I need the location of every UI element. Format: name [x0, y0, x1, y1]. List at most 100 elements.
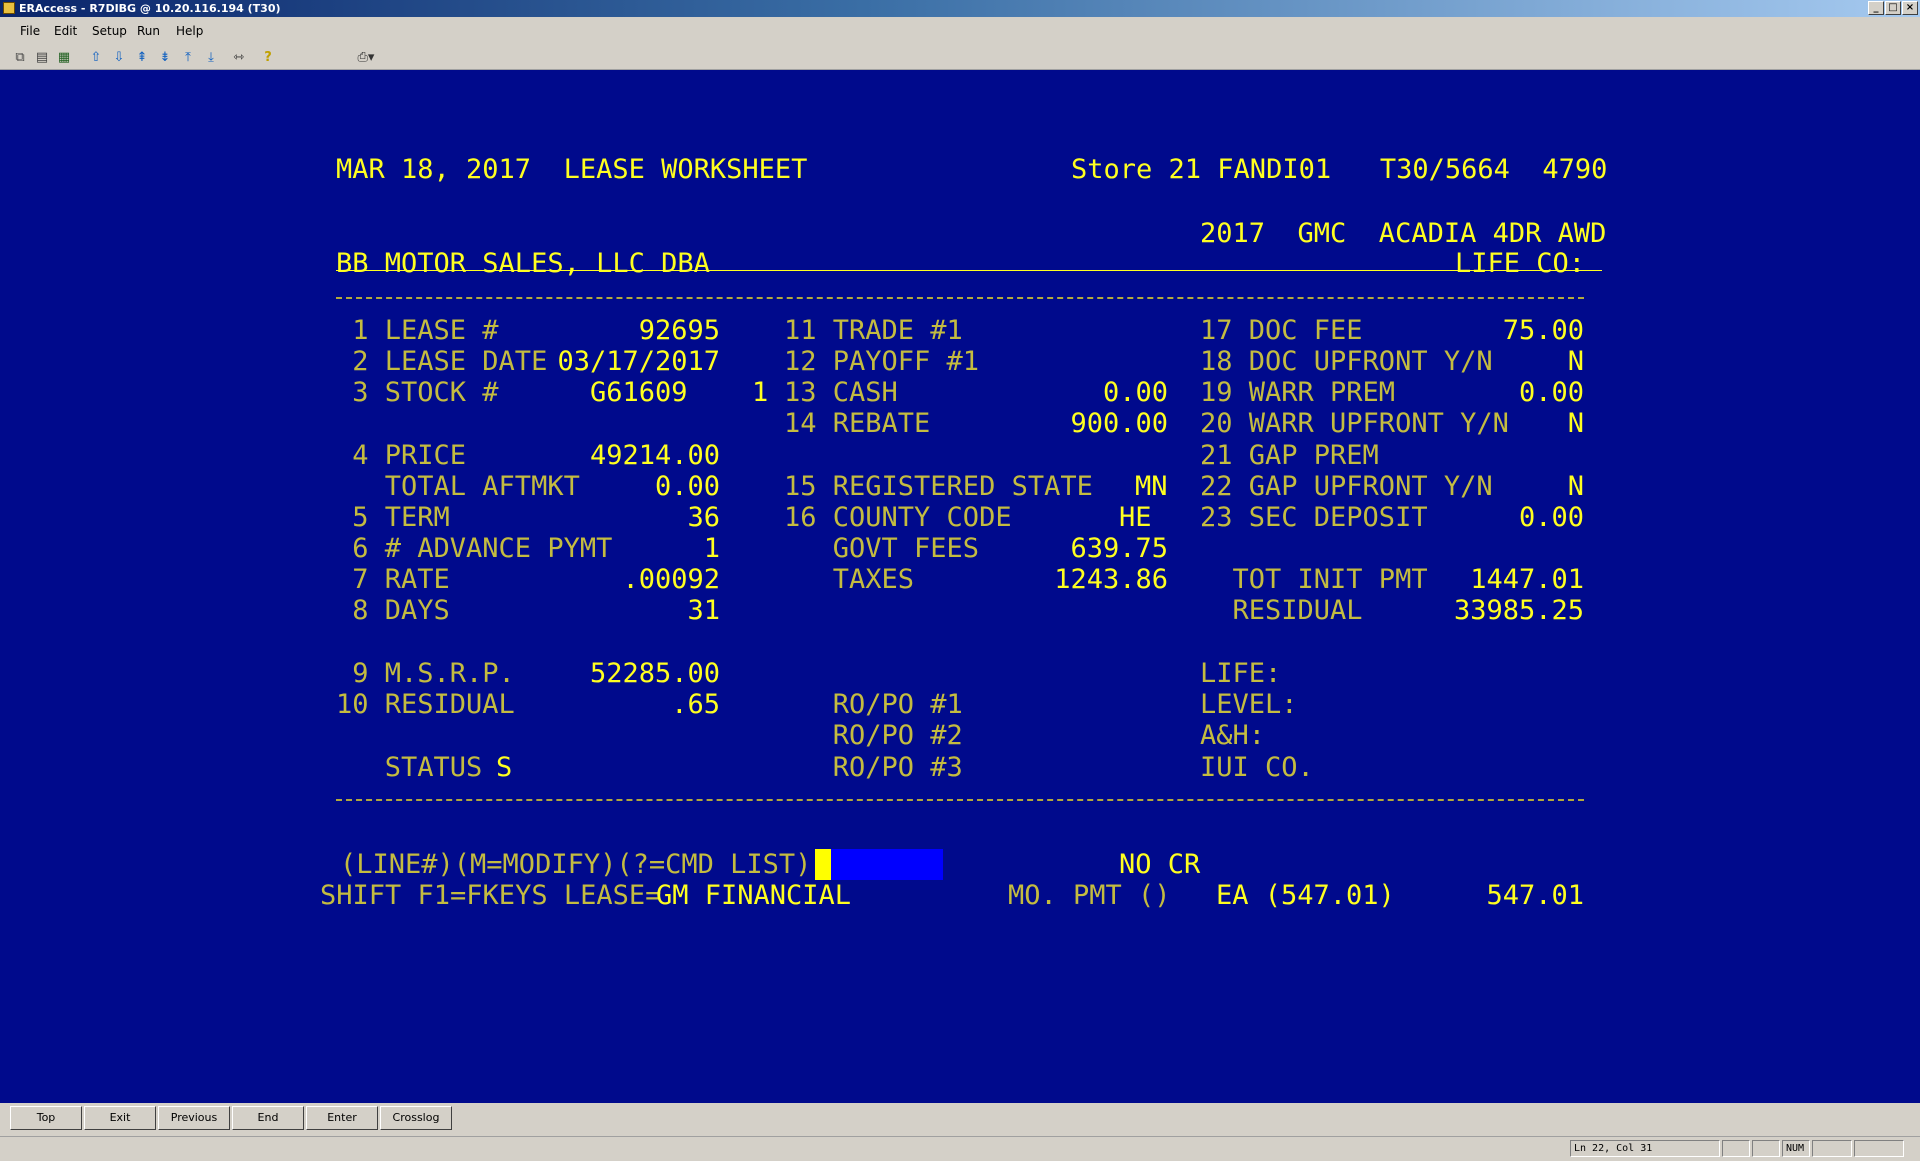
field-label: 1 LEASE # — [336, 315, 499, 346]
function-key-bar: Top Exit Previous End Enter Crosslog — [0, 1103, 1920, 1136]
field-label: 17 DOC FEE — [1200, 315, 1363, 346]
lender-name: GM FINANCIAL — [656, 880, 852, 911]
field-label: RO/PO #2 — [784, 720, 963, 751]
field-value: 36 — [687, 502, 720, 533]
field-value: 1447.01 — [1470, 564, 1584, 595]
field-value: 31 — [687, 595, 720, 626]
field-value: 75.00 — [1502, 315, 1584, 346]
enter-button[interactable]: Enter — [306, 1106, 378, 1130]
num-lock-indicator: NUM — [1782, 1140, 1810, 1157]
field-value: N — [1567, 408, 1584, 439]
field-label: RO/PO #3 — [784, 752, 963, 783]
title-bar: ERAccess - R7DIBG @ 10.20.116.194 (T30) … — [0, 0, 1920, 17]
previous-button[interactable]: Previous — [158, 1106, 230, 1130]
field-label: 12 PAYOFF #1 — [784, 346, 980, 377]
crosslog-button[interactable]: Crosslog — [380, 1106, 452, 1130]
bottom-icon[interactable]: ⤓ — [203, 49, 219, 65]
field-label: TOT INIT PMT — [1200, 564, 1428, 595]
close-button[interactable]: × — [1902, 1, 1918, 15]
minimize-button[interactable]: _ — [1868, 1, 1884, 15]
field-label: STATUS — [336, 752, 483, 783]
monthly-payment-value: 547.01 — [1486, 880, 1584, 911]
life-co-label: LIFE CO: — [1455, 248, 1586, 279]
field-value: 900.00 — [1070, 408, 1168, 439]
menu-help[interactable]: Help — [176, 24, 203, 38]
paste-icon[interactable]: ▤ — [34, 49, 50, 65]
field-label: 4 PRICE — [336, 440, 467, 471]
field-label: 3 STOCK # — [336, 377, 499, 408]
command-input[interactable] — [815, 849, 943, 880]
screen-header-left: MAR 18, 2017 LEASE WORKSHEET — [336, 154, 808, 185]
field-value: 03/17/2017 — [557, 346, 720, 377]
no-cr-indicator: NO CR — [1119, 849, 1201, 880]
field-label: 7 RATE — [336, 564, 450, 595]
field-value: 1 — [703, 533, 720, 564]
field-value: 1243.86 — [1054, 564, 1168, 595]
command-prompt: (LINE#)(M=MODIFY)(?=CMD LIST) — [340, 849, 812, 880]
field-value: 0.00 — [1102, 377, 1168, 408]
field-value: 639.75 — [1070, 533, 1168, 564]
stock-extra-value: 1 — [752, 377, 769, 408]
help-icon[interactable]: ? — [260, 49, 276, 65]
field-value: N — [1567, 471, 1584, 502]
field-value: .65 — [671, 689, 720, 720]
field-value: G61609 — [590, 377, 688, 408]
field-value: 92695 — [638, 315, 720, 346]
top-button[interactable]: Top — [10, 1106, 82, 1130]
print-screen-icon[interactable]: ▦ — [56, 49, 72, 65]
menu-run[interactable]: Run — [137, 24, 160, 38]
field-label: 16 COUNTY CODE — [784, 502, 1012, 533]
cursor-position: Ln 22, Col 31 — [1570, 1140, 1720, 1157]
page-up-icon[interactable]: ⇞ — [134, 49, 150, 65]
dashed-divider-bottom — [336, 799, 1584, 801]
end-button[interactable]: End — [232, 1106, 304, 1130]
top-icon[interactable]: ⤒ — [180, 49, 196, 65]
field-value: MN — [1135, 471, 1168, 502]
field-label: TAXES — [784, 564, 915, 595]
screen-header-right: Store 21 FANDI01 T30/5664 4790 — [1071, 154, 1608, 185]
field-label: 21 GAP PREM — [1200, 440, 1379, 471]
fkeys-hint: SHIFT F1=FKEYS LEASE= — [320, 880, 662, 911]
field-label: 5 TERM — [336, 502, 450, 533]
field-value: 49214.00 — [589, 440, 720, 471]
field-label: 19 WARR PREM — [1200, 377, 1396, 408]
field-label: GOVT FEES — [784, 533, 980, 564]
menu-edit[interactable]: Edit — [54, 24, 77, 38]
field-value: 0.00 — [1518, 377, 1584, 408]
field-value: 0.00 — [654, 471, 720, 502]
split-icon[interactable]: ⇿ — [231, 49, 247, 65]
status-value: S — [496, 752, 513, 783]
field-label: 11 TRADE #1 — [784, 315, 963, 346]
field-label: IUI CO. — [1200, 752, 1314, 783]
status-panel-blank — [1722, 1140, 1750, 1157]
copy-icon[interactable]: ⧉ — [12, 49, 28, 65]
field-label: 14 REBATE — [784, 408, 931, 439]
arrow-down-icon[interactable]: ⇩ — [111, 49, 127, 65]
maximize-button[interactable]: □ — [1885, 1, 1901, 15]
field-label: A&H: — [1200, 720, 1266, 751]
status-panel-blank — [1752, 1140, 1780, 1157]
menu-file[interactable]: File — [20, 24, 40, 38]
field-label: 15 REGISTERED STATE — [784, 471, 1093, 502]
window-title: ERAccess - R7DIBG @ 10.20.116.194 (T30) — [19, 2, 281, 15]
field-value: 0.00 — [1518, 502, 1584, 533]
field-value: 33985.25 — [1453, 595, 1584, 626]
dashed-divider-top — [336, 297, 1584, 299]
status-bar: Ln 22, Col 31 NUM — [0, 1136, 1920, 1161]
field-label: 8 DAYS — [336, 595, 450, 626]
menu-bar: File Edit Setup Run Help — [0, 17, 1920, 45]
menu-setup[interactable]: Setup — [92, 24, 127, 38]
cursor-block — [815, 849, 831, 880]
field-label: LEVEL: — [1200, 689, 1298, 720]
field-label: RO/PO #1 — [784, 689, 963, 720]
status-panel-blank — [1854, 1140, 1904, 1157]
page-down-icon[interactable]: ⇟ — [157, 49, 173, 65]
field-label: RESIDUAL — [1200, 595, 1363, 626]
exit-button[interactable]: Exit — [84, 1106, 156, 1130]
terminal-screen[interactable]: MAR 18, 2017 LEASE WORKSHEET Store 21 FA… — [0, 70, 1920, 1103]
printer-dropdown-icon[interactable]: ⎙▾ — [352, 49, 380, 65]
monthly-payment-label: MO. PMT () — [1008, 880, 1171, 911]
field-value: .00092 — [622, 564, 720, 595]
field-value: HE — [1119, 502, 1152, 533]
arrow-up-icon[interactable]: ⇧ — [88, 49, 104, 65]
